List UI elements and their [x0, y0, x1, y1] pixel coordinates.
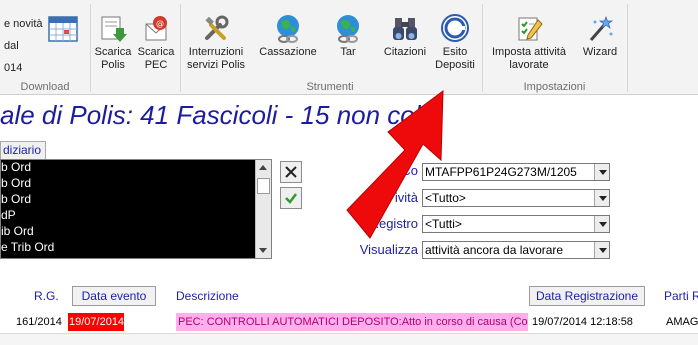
cell-rg: 161/2014: [16, 316, 62, 328]
list-item[interactable]: b Ord: [1, 160, 271, 176]
ribbon-left-item-2[interactable]: dal: [4, 40, 19, 52]
chevron-down-icon[interactable]: [594, 242, 609, 258]
clear-selection-button[interactable]: [280, 161, 302, 183]
scarica-polis-label: Scarica Polis: [94, 46, 132, 71]
ribbon-left-item-3[interactable]: 014: [4, 62, 22, 74]
tar-label: Tar: [340, 46, 356, 58]
registro-label: Registro: [369, 216, 418, 231]
column-header-data-evento[interactable]: Data evento: [72, 286, 156, 306]
column-header-descrizione: Descrizione: [176, 289, 239, 303]
checkmark-icon: [285, 193, 297, 204]
group-label-strumenti: Strumenti: [306, 81, 354, 93]
court-list[interactable]: b Ord b Ord b Ord dP ib Ord e Trib Ord: [0, 159, 272, 259]
magic-wand-icon: [589, 16, 614, 41]
scroll-up-icon[interactable]: [259, 165, 267, 170]
wizard-label: Wizard: [582, 46, 618, 58]
registro-value: <Tutti>: [425, 217, 462, 231]
svg-text:@: @: [156, 19, 164, 28]
attivita-label: ività: [394, 190, 418, 205]
list-item[interactable]: ib Ord: [1, 224, 271, 240]
scarica-pec-button[interactable]: @ Scarica PEC: [136, 14, 176, 72]
scroll-down-icon[interactable]: [259, 248, 267, 253]
table-row[interactable]: 161/2014 19/07/2014 PEC: CONTROLLI AUTOM…: [0, 313, 698, 331]
citazioni-label: Citazioni: [383, 46, 427, 58]
group-separator: [482, 4, 483, 92]
esito-depositi-label: Esito Depositi: [435, 46, 475, 71]
giustizia-logo-icon: [441, 14, 469, 42]
pec-mail-icon: @: [145, 16, 167, 41]
interruzioni-button[interactable]: Interruzioni servizi Polis: [184, 14, 248, 72]
group-separator: [90, 4, 91, 92]
court-list-scrollbar[interactable]: [255, 160, 271, 258]
visualizza-value: attività ancora da lavorare: [425, 243, 564, 257]
group-label-download: Download: [20, 81, 70, 93]
registro-select[interactable]: <Tutti>: [422, 215, 610, 233]
globe-chain-icon: [337, 15, 359, 43]
column-header-parti: Parti R: [664, 289, 698, 303]
scroll-thumb[interactable]: [257, 178, 270, 194]
tools-icon: [205, 15, 229, 40]
ribbon-left-item-1[interactable]: e novità: [4, 18, 43, 30]
column-header-rg: R.G.: [34, 289, 59, 303]
contatto-value: MTAFPP61P24G273M/1205: [425, 165, 577, 179]
list-item[interactable]: b Ord: [1, 176, 271, 192]
cassazione-label: Cassazione: [259, 46, 317, 58]
checklist-pencil-icon: [518, 17, 543, 41]
download-polis-icon: [101, 16, 127, 42]
group-label-impostazioni: Impostazioni: [523, 81, 586, 93]
binoculars-icon: [393, 18, 417, 40]
chevron-down-icon[interactable]: [594, 216, 609, 232]
cell-descrizione: PEC: CONTROLLI AUTOMATICI DEPOSITO:Atto …: [176, 313, 528, 331]
attivita-value: <Tutto>: [425, 191, 466, 205]
column-header-data-registrazione[interactable]: Data Registrazione: [529, 286, 645, 306]
esito-depositi-button[interactable]: Esito Depositi: [432, 14, 478, 72]
cell-parti: AMAG: [666, 316, 698, 328]
group-separator: [627, 4, 628, 92]
imposta-attivita-button[interactable]: Imposta attività lavorate: [486, 14, 572, 72]
contatto-select[interactable]: MTAFPP61P24G273M/1205: [422, 163, 610, 181]
scarica-polis-button[interactable]: Scarica Polis: [93, 14, 133, 72]
cassazione-button[interactable]: Cassazione: [258, 14, 318, 59]
contatto-label: Co: [401, 163, 418, 178]
list-item[interactable]: b Ord: [1, 192, 271, 208]
tar-button[interactable]: Tar: [328, 14, 368, 59]
list-item[interactable]: dP: [1, 208, 271, 224]
chevron-down-icon[interactable]: [594, 190, 609, 206]
visualizza-select[interactable]: attività ancora da lavorare: [422, 241, 610, 259]
chevron-down-icon[interactable]: [594, 164, 609, 180]
visualizza-label: Visualizza: [359, 242, 418, 257]
interruzioni-label: Interruzioni servizi Polis: [186, 46, 246, 71]
close-icon: [285, 166, 297, 178]
imposta-attivita-label: Imposta attività lavorate: [492, 46, 566, 71]
page-title: ale di Polis: 41 Fascicoli - 15 non coll…: [0, 100, 441, 130]
cell-data-registrazione: 19/07/2014 12:18:58: [532, 316, 633, 328]
table-bottom-edge: [0, 333, 698, 345]
wizard-button[interactable]: Wizard: [578, 14, 622, 59]
scarica-pec-label: Scarica PEC: [137, 46, 175, 71]
calendar-grid-icon[interactable]: [48, 14, 78, 45]
confirm-selection-button[interactable]: [280, 187, 302, 209]
attivita-select[interactable]: <Tutto>: [422, 189, 610, 207]
globe-chain-icon: [277, 15, 299, 43]
group-separator: [180, 4, 181, 92]
tab-distretto-giudiziario[interactable]: diziario: [0, 141, 46, 159]
cell-data-evento: 19/07/2014: [68, 313, 124, 331]
list-item[interactable]: e Trib Ord: [1, 240, 271, 256]
citazioni-button[interactable]: Citazioni: [380, 14, 430, 59]
page-title-bar: ale di Polis: 41 Fascicoli - 15 non coll…: [0, 96, 698, 134]
ribbon: e novità dal 014 Download Scarica Polis: [0, 0, 698, 95]
